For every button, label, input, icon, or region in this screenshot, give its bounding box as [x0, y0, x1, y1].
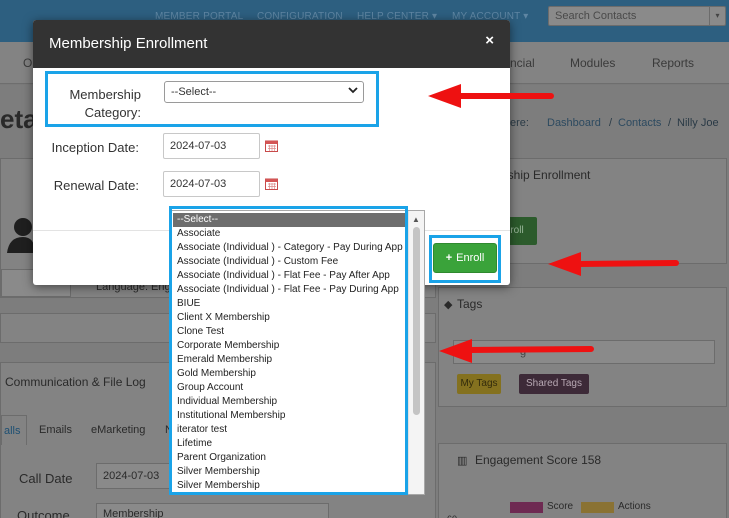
annotation-arrows	[428, 84, 679, 363]
arrow-to-enroll	[548, 252, 679, 276]
arrow-to-options	[439, 339, 594, 363]
arrow-to-category	[428, 84, 554, 108]
